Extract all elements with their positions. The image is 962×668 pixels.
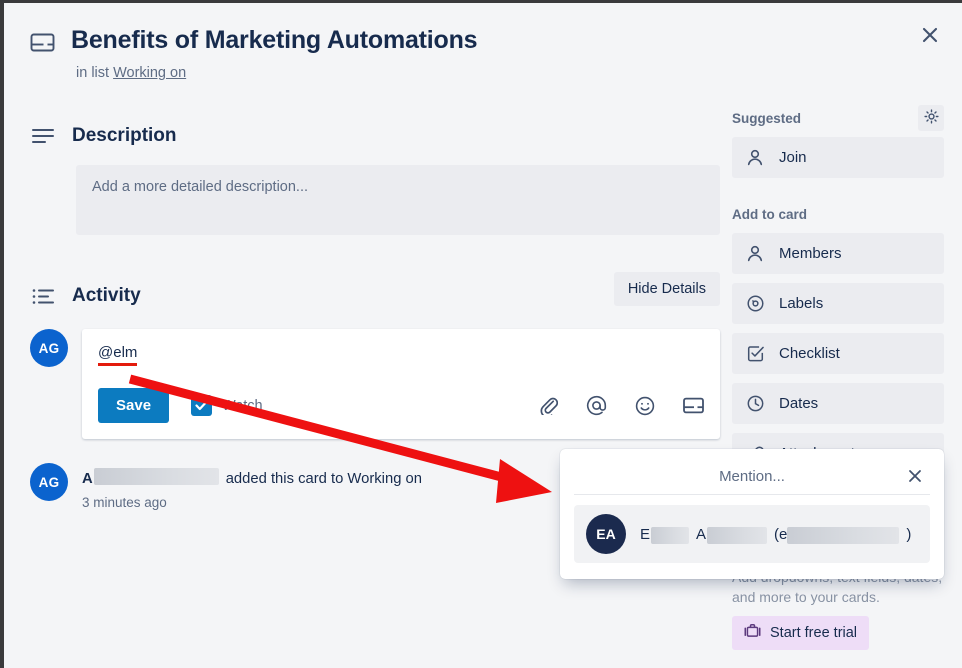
email-suffix: ) [906,525,912,543]
card-detail-modal: Benefits of Marketing Automations in lis… [4,3,962,668]
sidebar-item-checklist[interactable]: Checklist [732,333,944,374]
settings-button[interactable] [918,105,944,131]
suggested-label: Suggested [732,110,802,126]
close-icon [920,25,940,45]
list-link[interactable]: Working on [113,65,186,81]
description-title: Description [72,125,177,146]
hide-details-button[interactable]: Hide Details [613,272,720,306]
redacted-name [93,468,219,485]
start-free-trial-button[interactable]: Start free trial [732,616,870,650]
clock-icon [746,395,764,412]
close-icon [907,468,923,487]
redacted-last-name [707,526,768,544]
mention-popup-title: Mention... [719,468,785,485]
activity-entry-text: A added this card to Working on [82,466,422,487]
card-sidebar: Suggested Join Add to card Members Label… [732,105,944,483]
card-icon[interactable] [683,397,704,414]
suggested-header: Suggested [732,105,944,131]
in-list-label: in list [76,65,110,81]
watch-toggle[interactable]: Watch [191,395,263,416]
sidebar-item-label: Join [779,149,807,166]
sidebar-item-label: Checklist [779,345,840,362]
page-title: Benefits of Marketing Automations [71,26,478,54]
card-header: Benefits of Marketing Automations in lis… [30,25,722,81]
card-breadcrumb: in list Working on [76,65,722,81]
close-button[interactable] [912,17,948,53]
mention-popup-header: Mention... [574,459,930,495]
briefcase-icon [744,623,761,643]
activity-timestamp: 3 minutes ago [82,495,167,510]
comment-box[interactable]: @elm Save Watch [82,329,720,439]
description-section-header: Description [30,125,720,147]
activity-title: Activity [72,285,141,306]
avatar: EA [586,514,626,554]
redacted-first-name [651,526,690,544]
comment-input[interactable]: @elm [98,343,138,366]
sidebar-item-label: Labels [779,295,824,312]
label-icon [746,295,764,312]
person-icon [746,149,764,166]
attachment-icon[interactable] [539,396,558,415]
sidebar-item-labels[interactable]: Labels [732,283,944,324]
upsell-block: Add dropdowns, text fields, dates, and m… [732,567,944,650]
avatar[interactable]: AG [30,329,68,367]
description-icon [30,128,56,144]
activity-action: added this card to Working on [225,471,422,487]
mention-icon[interactable] [586,395,607,416]
comment-composer: AG @elm Save Watch [30,329,720,439]
mention-result-name: E A (e ) [640,525,912,544]
comment-toolbar [539,395,704,416]
redacted-email [787,526,900,544]
sidebar-item-label: Dates [779,395,819,412]
card-icon [30,25,55,58]
checklist-icon [746,345,764,362]
first-name: E [640,525,651,543]
mention-result-item[interactable]: EA E A (e ) [574,505,930,563]
add-to-card-header: Add to card [732,203,944,225]
activity-icon [30,288,56,305]
comment-actions: Save Watch [98,388,704,423]
description-input[interactable]: Add a more detailed description... [76,165,720,235]
avatar[interactable]: AG [30,463,68,501]
add-to-card-label: Add to card [732,206,808,222]
mention-popup: Mention... EA E A (e ) [560,449,944,579]
sidebar-item-label: Members [779,245,842,262]
mention-popup-close-button[interactable] [902,464,928,490]
watch-label: Watch [222,397,263,414]
gear-icon [923,109,939,127]
member-name: A [82,471,93,487]
save-button[interactable]: Save [98,388,170,423]
sidebar-item-members[interactable]: Members [732,233,944,274]
trial-button-label: Start free trial [770,625,858,641]
email-prefix: (e [774,525,788,543]
emoji-icon[interactable] [635,396,655,416]
activity-section-header: Activity Hide Details [30,272,720,307]
person-icon [746,245,764,262]
watch-checkbox[interactable] [191,395,213,416]
sidebar-item-dates[interactable]: Dates [732,383,944,424]
last-name: A [696,525,707,543]
sidebar-item-join[interactable]: Join [732,137,944,178]
